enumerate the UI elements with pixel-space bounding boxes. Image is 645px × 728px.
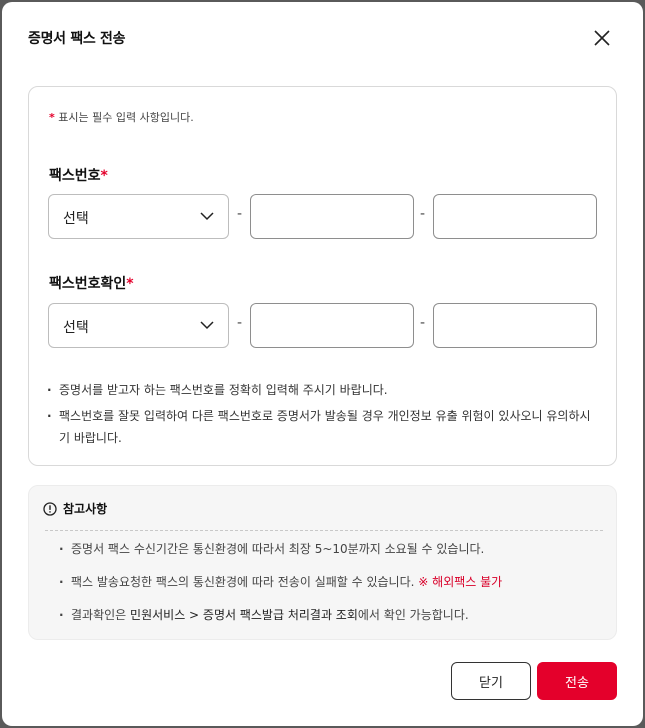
fax-confirm-label-text: 팩스번호확인 [49,276,127,292]
reference-item-text: 에서 확인 가능합니다. [357,608,469,622]
form-notes: 증명서를 받고자 하는 팩스번호를 정확히 입력해 주시기 바랍니다. 팩스번호… [47,379,592,449]
fax-confirm-middle-input[interactable] [250,303,414,348]
fax-confirm-label: 팩스번호확인* [49,273,134,293]
reference-item: 증명서 팩스 수신기간은 통신환경에 따라서 최장 5~10분까지 소요될 수 … [59,540,604,558]
chevron-down-icon [200,212,214,221]
close-icon [594,30,610,46]
send-button[interactable]: 전송 [537,662,617,700]
required-star: * [49,111,55,124]
separator: - [237,315,243,331]
fax-confirm-area-code-select[interactable]: 선택 [48,303,229,348]
required-note-text: 표시는 필수 입력 사항입니다. [58,111,194,124]
fax-confirm-area-code-value: 선택 [63,320,89,336]
required-note: * 표시는 필수 입력 사항입니다. [49,109,194,125]
chevron-down-icon [200,321,214,330]
separator: - [420,206,426,222]
reference-list: 증명서 팩스 수신기간은 통신환경에 따라서 최장 5~10분까지 소요될 수 … [59,540,604,639]
overseas-fax-warning: ※ 해외팩스 불가 [418,575,503,589]
fax-confirm-last-input[interactable] [433,303,597,348]
separator: - [237,206,243,222]
reference-title-text: 참고사항 [63,502,108,516]
dialog-header: 증명서 팩스 전송 [2,2,643,72]
separator: - [420,315,426,331]
fax-middle-input[interactable] [250,194,414,239]
fax-number-required-star: * [100,168,108,184]
info-icon [43,501,57,516]
fax-form: * 표시는 필수 입력 사항입니다. 팩스번호* 선택 - - 팩스번호확인* … [28,86,617,466]
form-note: 증명서를 받고자 하는 팩스번호를 정확히 입력해 주시기 바랍니다. [47,379,592,401]
fax-area-code-value: 선택 [63,211,89,227]
service-path: 민원서비스 > 증명서 팩스발급 처리결과 조회 [130,608,358,622]
dialog-title: 증명서 팩스 전송 [28,31,126,47]
close-dialog-button[interactable]: 닫기 [451,662,531,700]
reference-item: 팩스 발송요청한 팩스의 통신환경에 따라 전송이 실패할 수 있습니다. ※ … [59,573,604,591]
close-button[interactable] [588,24,616,52]
fax-number-row: 선택 - - [48,194,598,240]
reference-item-text: 팩스 발송요청한 팩스의 통신환경에 따라 전송이 실패할 수 있습니다. [71,575,415,589]
fax-number-label-text: 팩스번호 [49,168,101,184]
reference-divider [45,530,603,531]
reference-item-text: 결과확인은 [71,608,127,622]
fax-number-label: 팩스번호* [49,165,108,185]
form-note: 팩스번호를 잘못 입력하여 다른 팩스번호로 증명서가 발송될 경우 개인정보 … [47,405,592,449]
reference-item: 결과확인은 민원서비스 > 증명서 팩스발급 처리결과 조회에서 확인 가능합니… [59,606,604,624]
reference-box: 참고사항 증명서 팩스 수신기간은 통신환경에 따라서 최장 5~10분까지 소… [28,485,617,640]
fax-confirm-required-star: * [126,276,134,292]
reference-title: 참고사항 [43,500,107,517]
fax-send-dialog: 증명서 팩스 전송 * 표시는 필수 입력 사항입니다. 팩스번호* 선택 - … [2,2,643,726]
fax-confirm-row: 선택 - - [48,303,598,349]
fax-area-code-select[interactable]: 선택 [48,194,229,239]
fax-last-input[interactable] [433,194,597,239]
